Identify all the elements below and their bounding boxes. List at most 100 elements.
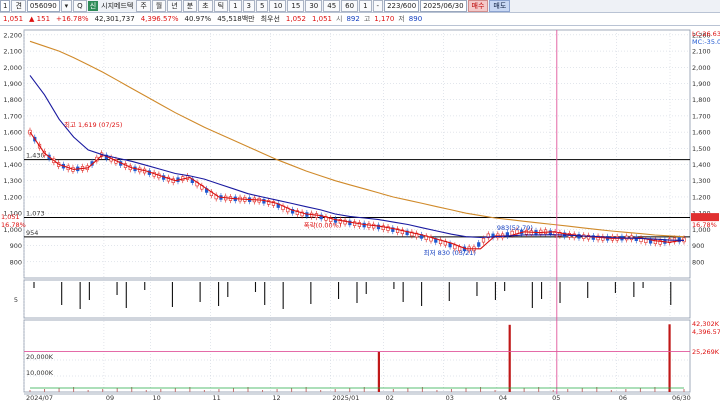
left-price-label: 16.78% <box>1 221 26 229</box>
volume-spike <box>377 352 380 392</box>
y-tick-right: 1,900 <box>692 80 711 88</box>
candle-body <box>548 230 552 235</box>
x-tick-label: 10 <box>153 394 161 402</box>
toolbar-item-11[interactable]: 초 <box>198 0 213 12</box>
toolbar-item-22[interactable]: - <box>372 0 384 12</box>
toolbar-item-14[interactable]: 3 <box>242 0 255 12</box>
right-price-label: LC:26.63 <box>692 30 720 38</box>
toolbar-item-20[interactable]: 60 <box>341 0 359 12</box>
volume-right-label: 25,269K <box>692 348 720 356</box>
toolbar-item-24[interactable]: 2025/06/30 <box>420 0 467 12</box>
toolbar-item-8[interactable]: 월 <box>151 0 167 12</box>
quote-bar: 1,051 ▲ 151 +16.78% 42,301,737 4,396.57%… <box>0 13 720 26</box>
toolbar-item-26[interactable]: 매도 <box>489 0 511 12</box>
y-tick-right: 900 <box>692 242 704 250</box>
quote-high: 1,170 <box>374 15 395 23</box>
y-tick-right: 1,400 <box>692 161 711 169</box>
signal-axis-label: 5 <box>14 296 18 304</box>
toolbar-item-12[interactable]: 틱 <box>213 0 229 12</box>
quote-open: 892 <box>346 15 360 23</box>
y-tick-left: 1,300 <box>3 177 22 185</box>
y-tick-right: 1,800 <box>692 96 711 104</box>
volume-spike <box>508 324 511 392</box>
quote-low-label: 저 <box>398 15 405 23</box>
quote-open-label: 시 <box>336 15 343 23</box>
x-tick-label: 2024/07 <box>26 394 53 402</box>
x-tick-label: 09 <box>106 394 114 402</box>
y-tick-right: 1,200 <box>692 193 711 201</box>
toolbar-item-7[interactable]: 주 <box>136 0 151 12</box>
y-tick-left: 800 <box>10 258 22 266</box>
quote-pref-label: 최우선 <box>260 15 280 23</box>
x-tick-label: 03 <box>446 394 454 402</box>
y-tick-right: 1,600 <box>692 129 711 137</box>
toolbar-item-15[interactable]: 5 <box>256 0 269 12</box>
y-tick-right: 1,500 <box>692 145 711 153</box>
toolbar-item-21[interactable]: 1 <box>359 0 372 12</box>
toolbar-item-9[interactable]: 년 <box>167 0 182 12</box>
toolbar-item-13[interactable]: 1 <box>229 0 242 12</box>
volume-right-label: 4,396.57% <box>692 328 720 336</box>
toolbar-item-18[interactable]: 30 <box>305 0 323 12</box>
toolbar-item-23[interactable]: 223/600 <box>384 0 420 12</box>
stock-chart[interactable]: 2,200 2,2002,100 2,1002,000 2,0001,900 1,900… <box>0 26 720 404</box>
x-tick-label: 11 <box>212 394 220 402</box>
annotation-label: 폭락(0.00%) <box>304 221 342 229</box>
y-tick-left: 2,000 <box>3 64 22 72</box>
toolbar-item-0[interactable]: 1 <box>0 0 11 12</box>
volume-spike <box>668 324 671 392</box>
toolbar-item-19[interactable]: 45 <box>323 0 341 12</box>
x-tick-label: 2025/01 <box>332 394 359 402</box>
reference-line-label: 1,430 <box>26 152 45 160</box>
x-tick-label: 06 <box>619 394 627 402</box>
quote-change: ▲ 151 <box>29 15 51 23</box>
candle-body <box>448 242 452 248</box>
toolbar-item-1[interactable]: 견 <box>11 0 26 12</box>
panel-frame-3 <box>23 319 691 393</box>
candle-body <box>477 242 481 247</box>
toolbar-item-4[interactable]: Q <box>73 0 87 12</box>
toolbar-item-16[interactable]: 10 <box>269 0 287 12</box>
volume-y-tick: 10,000K <box>26 369 54 377</box>
toolbar-item-17[interactable]: 15 <box>287 0 305 12</box>
candle-body <box>582 234 586 239</box>
y-tick-left: 1,400 <box>3 161 22 169</box>
right-price-label: 16.78% <box>692 221 717 229</box>
quote-low: 890 <box>408 15 423 23</box>
quote-volume: 42,301,737 <box>94 15 135 23</box>
x-tick-label: 05 <box>552 394 560 402</box>
y-tick-left: 1,800 <box>3 96 22 104</box>
toolbar-item-5[interactable]: 신 <box>87 1 99 11</box>
toolbar-item-25[interactable]: 매수 <box>467 0 489 12</box>
quote-ask1: 1,051 <box>311 15 333 23</box>
quote-change-pct: +16.78% <box>56 15 89 23</box>
y-tick-right: 2,100 <box>692 48 711 56</box>
toolbar-item-6: 시지메드텍 <box>101 2 134 10</box>
y-tick-left: 2,100 <box>3 48 22 56</box>
y-tick-left: 900 <box>10 242 22 250</box>
y-tick-left: 2,200 <box>3 31 22 39</box>
x-tick-label: 02 <box>386 394 394 402</box>
y-tick-right: 1,300 <box>692 177 711 185</box>
toolbar-item-10[interactable]: 분 <box>182 0 198 12</box>
quote-high-label: 고 <box>363 15 371 23</box>
y-tick-left: 1,700 <box>3 112 22 120</box>
toolbar: 1 견 056090 ▾ Q 신 시지메드텍 주 월 년 분 초 틱 1 3 5 10 15 30 45 60 1-223… <box>0 0 720 13</box>
x-tick-label: 04 <box>499 394 507 402</box>
quote-amount: 45,518백만 <box>217 15 255 23</box>
toolbar-item-3[interactable]: ▾ <box>60 0 73 12</box>
right-price-label: MC:-35.08 <box>692 38 720 46</box>
y-tick-left: 1,500 <box>3 145 22 153</box>
reference-line-label: 1,073 <box>26 210 45 218</box>
left-price-label: 1,051 <box>1 213 20 221</box>
volume-right-label: 42,302K <box>692 320 720 328</box>
current-price-box <box>691 213 719 222</box>
quote-price: 1,051 <box>3 15 24 23</box>
quote-bid1: 1,052 <box>285 15 306 23</box>
volume-y-tick: 20,000K <box>26 353 54 361</box>
y-tick-left: 1,900 <box>3 80 22 88</box>
toolbar-item-2[interactable]: 056090 <box>26 0 60 12</box>
x-tick-label: 12 <box>272 394 280 402</box>
annotation-label: 최저 830 (03/21) <box>424 248 476 257</box>
quote-turnover: 40.97% <box>184 15 212 23</box>
